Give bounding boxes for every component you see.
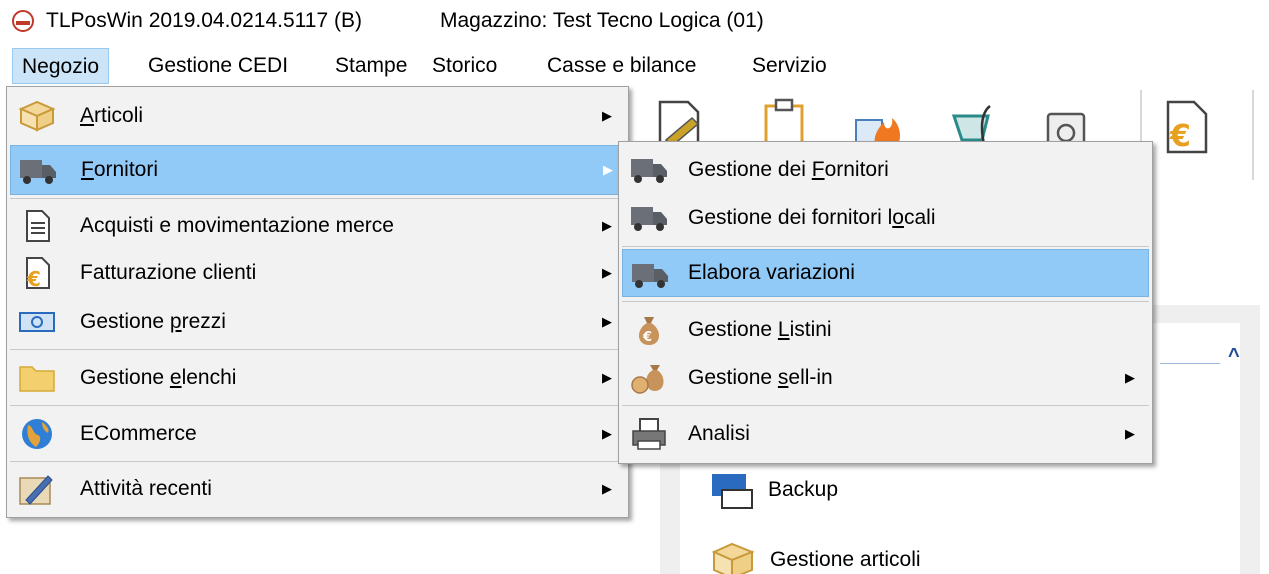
toolbar-separator [1252,90,1254,180]
svg-text:€: € [26,267,41,290]
menu-item-label: Gestione prezzi [80,310,226,333]
menu-item-fornitori[interactable]: Fornitori ▶ [10,145,625,195]
money-bags-icon [631,365,664,394]
submenu-arrow-icon: ▶ [602,218,612,233]
title-bar: TLPosWin 2019.04.0214.5117 (B) Magazzino… [0,0,1269,44]
submenu-arrow-icon: ▶ [602,426,612,441]
menu-separator [622,246,1149,247]
menu-item-articoli[interactable]: Articoli ▶ [10,91,625,141]
menu-item-gestione-listini[interactable]: € Gestione Listini [622,305,1149,355]
submenu-arrow-icon: ▶ [1125,426,1135,441]
menu-casse-e-bilance[interactable]: Casse e bilance [538,48,705,84]
svg-text:€: € [642,330,652,345]
menu-stampe[interactable]: Stampe [326,48,416,84]
pen-icon [19,475,53,505]
box-icon [711,542,755,574]
money-bag-icon: € [638,317,660,345]
submenu-arrow-icon: ▶ [602,370,612,385]
submenu-arrow-icon: ▶ [602,265,612,280]
menu-item-fatturazione[interactable]: € Fatturazione clienti ▶ [10,248,625,298]
box-icon [18,100,56,132]
shortcut-label: Gestione articoli [770,548,921,571]
menu-item-label: Gestione Listini [688,318,832,341]
printer-icon [632,418,666,450]
invoice-euro-icon: € [26,257,50,290]
shortcut-label: Backup [768,478,839,501]
backup-icon [712,474,753,509]
truck-icon [631,159,667,183]
menu-item-gestione-fornitori[interactable]: Gestione dei Fornitori [622,145,1149,195]
menu-item-label: Attività recenti [80,477,212,500]
menu-item-label: Acquisti e movimentazione merce [80,214,394,237]
menu-item-gestione-prezzi[interactable]: Gestione prezzi ▶ [10,297,625,347]
menu-negozio[interactable]: Negozio [12,48,110,84]
app-logo-icon [12,10,34,32]
menu-separator [622,301,1149,302]
menu-separator [10,405,625,406]
truck-icon [20,160,56,184]
menu-item-gestione-sell-in[interactable]: Gestione sell-in ▶ [622,353,1149,403]
menu-separator [10,198,625,199]
menu-separator [622,405,1149,406]
menu-item-label: Articoli [80,104,144,127]
menu-separator [10,461,625,462]
menu-item-acquisti[interactable]: Acquisti e movimentazione merce ▶ [10,201,625,251]
menu-item-label: Gestione elenchi [80,366,237,389]
menu-gestione-cedi[interactable]: Gestione CEDI [139,48,297,84]
menu-item-label: Fornitori [81,158,159,181]
menu-item-label: ECommerce [80,422,197,445]
window-title: TLPosWin 2019.04.0214.5117 (B) [46,9,362,32]
shortcut-backup[interactable]: Backup [710,465,838,515]
svg-text:€: € [1169,119,1191,154]
menu-item-label: Fatturazione clienti [80,261,257,284]
submenu-arrow-icon: ▶ [1125,370,1135,385]
document-icon [26,210,50,242]
menu-separator [10,349,625,350]
submenu-arrow-icon: ▶ [603,162,613,177]
menu-item-gestione-elenchi[interactable]: Gestione elenchi ▶ [10,353,625,403]
fornitori-submenu: Gestione dei Fornitori Gestione dei forn… [618,141,1153,464]
menu-item-attivita-recenti[interactable]: Attività recenti ▶ [10,464,625,514]
menu-item-elabora-variazioni[interactable]: Elabora variazioni [622,249,1149,297]
globe-icon [22,419,52,449]
menu-item-label: Gestione dei Fornitori [688,158,889,181]
submenu-arrow-icon: ▶ [602,481,612,496]
truck-icon [632,264,668,288]
menu-servizio[interactable]: Servizio [743,48,836,84]
menu-item-label: Analisi [688,422,750,445]
invoice-euro-icon[interactable]: € [1160,96,1216,156]
submenu-arrow-icon: ▶ [602,314,612,329]
negozio-menu: Articoli ▶ Fornitori ▶ Acquisti e movime… [6,86,629,518]
menu-storico[interactable]: Storico [423,48,506,84]
collapse-chevron-icon[interactable]: ^ [1228,345,1240,368]
shortcut-gestione-articoli[interactable]: Gestione articoli [710,535,921,574]
menu-item-fornitori-locali[interactable]: Gestione dei fornitori locali [622,193,1149,243]
store-label: Magazzino: Test Tecno Logica (01) [440,9,764,32]
menu-item-analisi[interactable]: Analisi ▶ [622,409,1149,459]
panel-divider [1160,363,1220,364]
banknote-icon [19,312,55,332]
menu-item-label: Gestione dei fornitori locali [688,206,936,229]
truck-icon [631,207,667,231]
menu-bar: Negozio Gestione CEDI Stampe Storico Cas… [0,44,1269,88]
submenu-arrow-icon: ▶ [602,108,612,123]
menu-item-ecommerce[interactable]: ECommerce ▶ [10,409,625,459]
menu-item-label: Elabora variazioni [688,261,855,284]
folder-icon [19,366,55,392]
menu-item-label: Gestione sell-in [688,366,833,389]
